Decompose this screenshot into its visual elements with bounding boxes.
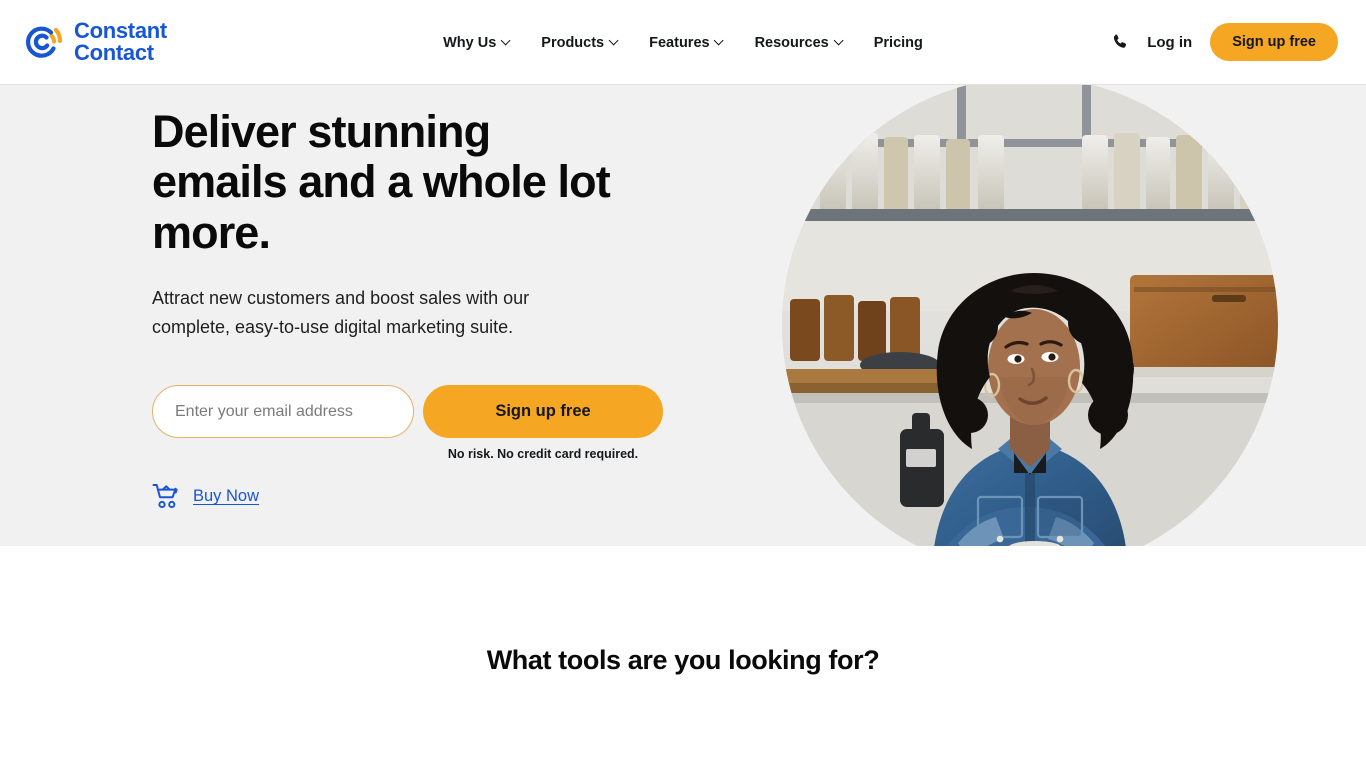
buy-now-link[interactable]: Buy Now — [193, 487, 259, 506]
login-link[interactable]: Log in — [1147, 34, 1192, 51]
shopping-cart-icon — [152, 483, 181, 509]
hero-signup-free-button[interactable]: Sign up free — [423, 385, 663, 439]
nav-item-label: Resources — [754, 34, 829, 51]
constant-contact-logo-icon — [24, 22, 64, 62]
chevron-down-icon — [716, 37, 725, 46]
tools-heading: What tools are you looking for? — [486, 645, 880, 675]
hero-signup-form: Sign up free — [152, 385, 712, 439]
brand-name: Constant Contact — [74, 17, 167, 65]
hero-copy: Deliver stunning emails and a whole lot … — [152, 106, 712, 509]
nav-item-pricing[interactable]: Pricing — [874, 35, 923, 51]
nav-item-resources[interactable]: Resources — [755, 35, 844, 51]
chevron-down-icon — [835, 37, 844, 46]
brand-logo-link[interactable]: Constant Contact — [24, 17, 167, 65]
nav-item-why-us[interactable]: Why Us — [443, 35, 511, 51]
site-header: Constant Contact Why Us Products Feature… — [0, 0, 1366, 85]
main-navigation: Why Us Products Features Resources Prici… — [443, 0, 923, 85]
nav-item-label: Why Us — [443, 34, 497, 51]
nav-item-label: Pricing — [873, 34, 923, 51]
phone-icon[interactable] — [1111, 33, 1129, 51]
nav-item-label: Features — [649, 34, 710, 51]
tools-section: What tools are you looking for? — [0, 546, 1366, 768]
nav-item-label: Products — [541, 34, 605, 51]
hero-photo — [782, 85, 1278, 546]
header-actions: Log in Sign up free — [1111, 23, 1338, 61]
hero-title: Deliver stunning emails and a whole lot … — [152, 106, 611, 258]
signup-disclaimer: No risk. No credit card required. — [447, 447, 639, 462]
header-signup-free-button[interactable]: Sign up free — [1210, 23, 1338, 61]
email-input[interactable] — [152, 385, 414, 439]
nav-item-features[interactable]: Features — [649, 35, 724, 51]
chevron-down-icon — [610, 37, 619, 46]
buy-now-row[interactable]: Buy Now — [152, 483, 712, 509]
nav-item-products[interactable]: Products — [541, 35, 619, 51]
chevron-down-icon — [502, 37, 511, 46]
hero-section: Deliver stunning emails and a whole lot … — [0, 85, 1366, 546]
hero-subtitle: Attract new customers and boost sales wi… — [152, 288, 530, 338]
